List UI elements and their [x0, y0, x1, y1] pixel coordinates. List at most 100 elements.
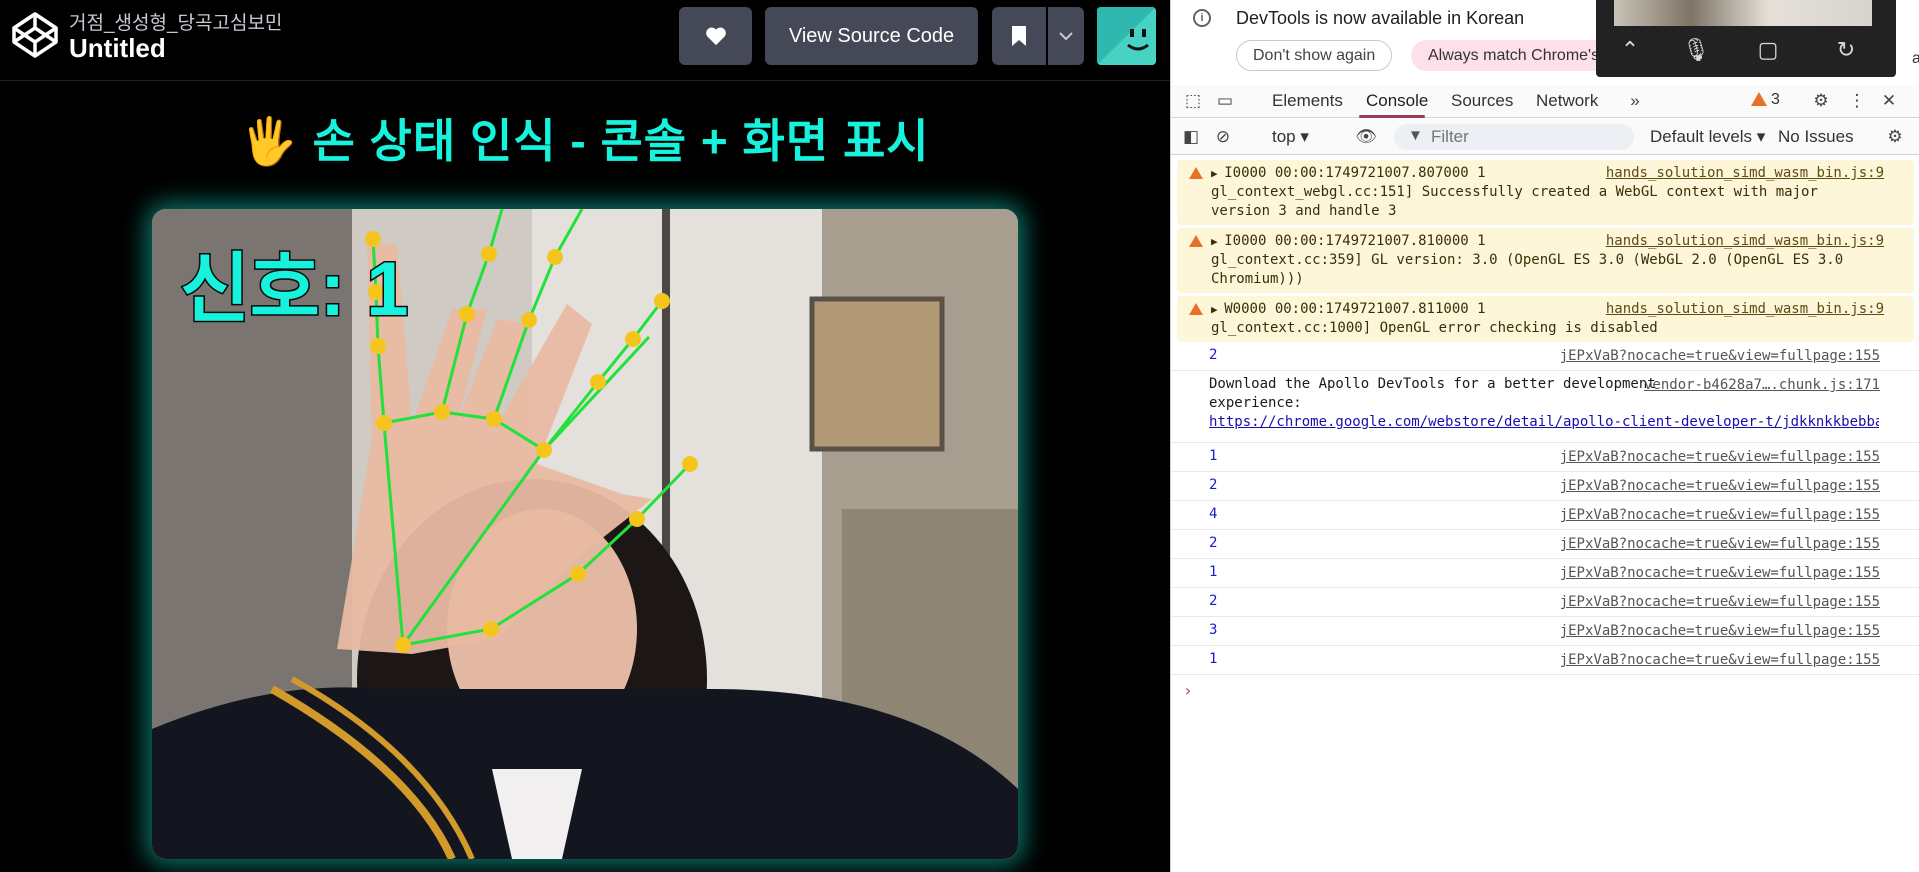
codepen-pane: 거점_생성형_당곡고심보민 Untitled View Source Code	[0, 0, 1170, 872]
log-source-link[interactable]: jEPxVaB?nocache=true&view=fullpage:155	[1560, 506, 1880, 525]
warning-source-link[interactable]: hands_solution_simd_wasm_bin.js:9	[1606, 300, 1884, 319]
log-value: 2	[1209, 535, 1218, 551]
console-prompt[interactable]: ›	[1171, 675, 1919, 706]
camera-off-icon[interactable]: ▢	[1754, 36, 1782, 64]
console-log-row: 1 jEPxVaB?nocache=true&view=fullpage:155	[1171, 559, 1919, 588]
console-warning[interactable]: I0000 00:00:1749721007.810000 1 hands_sol…	[1177, 228, 1914, 293]
pen-author[interactable]: 거점_생성형_당곡고심보민	[69, 8, 282, 35]
log-source-link[interactable]: jEPxVaB?nocache=true&view=fullpage:155	[1560, 593, 1880, 612]
mic-muted-icon[interactable]: 🎙	[1682, 36, 1710, 64]
log-source-link[interactable]: jEPxVaB?nocache=true&view=fullpage:155	[1560, 564, 1880, 583]
console-filter[interactable]: ▼	[1394, 124, 1634, 150]
console-output: I0000 00:00:1749721007.807000 1 hands_sol…	[1171, 157, 1919, 872]
tab-sources[interactable]: Sources	[1451, 91, 1513, 111]
tab-elements[interactable]: Elements	[1272, 91, 1343, 111]
filter-input[interactable]	[1431, 127, 1626, 147]
tab-network[interactable]: Network	[1536, 91, 1598, 111]
inspect-element-icon[interactable]: ⬚	[1181, 89, 1205, 113]
console-log-row: 4 jEPxVaB?nocache=true&view=fullpage:155	[1171, 501, 1919, 530]
console-log-row: 1 jEPxVaB?nocache=true&view=fullpage:155	[1171, 443, 1919, 472]
console-log-row: 2 jEPxVaB?nocache=true&view=fullpage:155	[1171, 472, 1919, 501]
raised-hand-emoji: 🖐	[240, 115, 299, 167]
heart-icon	[705, 27, 726, 46]
webcam-canvas: 신호: 1	[152, 209, 1018, 859]
warning-icon	[1189, 235, 1203, 247]
apollo-store-link[interactable]: https://chrome.google.com/webstore/detai…	[1209, 413, 1879, 432]
log-source-link[interactable]: jEPxVaB?nocache=true&view=fullpage:155	[1560, 651, 1880, 670]
console-value-rows: 1 jEPxVaB?nocache=true&view=fullpage:155 2…	[1171, 443, 1919, 675]
log-source-link[interactable]: jEPxVaB?nocache=true&view=fullpage:155	[1560, 535, 1880, 554]
devtools-main-toolbar: ⬚ ▭ Elements Console Sources Network » 3…	[1171, 85, 1919, 118]
warning-message: gl_context.cc:359] GL version: 3.0 (Open…	[1211, 252, 1844, 287]
refresh-icon[interactable]: ↻	[1832, 36, 1860, 64]
notice-message: DevTools is now available in Korean	[1236, 8, 1525, 28]
video-call-overlay: ⌃ 🎙 ▢ ↻	[1596, 0, 1896, 77]
warning-source-link[interactable]: hands_solution_simd_wasm_bin.js:9	[1606, 232, 1884, 251]
warning-prefix: I0000 00:00:1749721007.810000 1	[1211, 232, 1485, 251]
console-log-row: 2 jEPxVaB?nocache=true&view=fullpage:155	[1171, 588, 1919, 617]
context-value: top	[1272, 127, 1296, 146]
active-tab-indicator	[1359, 115, 1425, 118]
log-value: 1	[1209, 448, 1218, 464]
more-options-icon[interactable]: ⋮	[1845, 89, 1869, 113]
log-source-link[interactable]: jEPxVaB?nocache=true&view=fullpage:155	[1560, 448, 1880, 467]
console-log-row: 1 jEPxVaB?nocache=true&view=fullpage:155	[1171, 646, 1919, 675]
pen-title[interactable]: Untitled	[69, 33, 166, 64]
close-icon[interactable]: ✕	[1877, 89, 1901, 113]
devtools-panel: i DevTools is now available in Korean Do…	[1170, 0, 1919, 872]
log-levels-dropdown[interactable]: Default levels ▾	[1650, 127, 1765, 147]
love-button[interactable]	[679, 7, 752, 65]
log-source-link[interactable]: jEPxVaB?nocache=true&view=fullpage:155	[1560, 477, 1880, 496]
warning-icon	[1189, 167, 1203, 179]
chevron-down-icon	[1059, 31, 1073, 40]
bookmark-menu-button[interactable]	[1048, 7, 1084, 65]
context-selector[interactable]: top ▾	[1272, 127, 1309, 147]
log-value: 4	[1209, 506, 1218, 522]
log-levels-value: Default levels	[1650, 127, 1753, 146]
warning-icon	[1751, 92, 1767, 106]
chevron-up-icon[interactable]: ⌃	[1616, 36, 1644, 64]
match-language-button[interactable]: Always match Chrome's	[1411, 40, 1611, 71]
warning-count: 3	[1771, 91, 1780, 108]
warning-message: gl_context_webgl.cc:151] Successfully cr…	[1211, 184, 1818, 219]
match-language-suffix: an	[1912, 50, 1919, 67]
tab-console[interactable]: Console	[1366, 91, 1428, 111]
log-value: 2	[1209, 477, 1218, 493]
log-source-link[interactable]: jEPxVaB?nocache=true&view=fullpage:155	[1560, 347, 1880, 366]
console-warning[interactable]: W0000 00:00:1749721007.811000 1 hands_sol…	[1177, 296, 1914, 342]
app-title: 🖐 손 상태 인식 - 콘솔 + 화면 표시	[0, 105, 1170, 171]
log-value: 2	[1209, 593, 1218, 609]
device-toolbar-icon[interactable]: ▭	[1213, 89, 1237, 113]
apollo-message: Download the Apollo DevTools for a bette…	[1209, 376, 1656, 411]
warning-source-link[interactable]: hands_solution_simd_wasm_bin.js:9	[1606, 164, 1884, 183]
sidebar-toggle-icon[interactable]: ◧	[1179, 125, 1203, 149]
dont-show-again-button[interactable]: Don't show again	[1236, 40, 1393, 71]
log-value: 2	[1209, 347, 1218, 363]
apollo-log-row: Download the Apollo DevTools for a bette…	[1171, 371, 1919, 443]
log-source-link[interactable]: jEPxVaB?nocache=true&view=fullpage:155	[1560, 622, 1880, 641]
issues-counter[interactable]: No Issues	[1778, 127, 1854, 147]
warning-icon	[1189, 303, 1203, 315]
codepen-logo-icon[interactable]	[10, 10, 60, 60]
bookmark-button[interactable]	[992, 7, 1046, 65]
log-value: 3	[1209, 622, 1218, 638]
console-log-row: 2 jEPxVaB?nocache=true&view=fullpage:155	[1171, 530, 1919, 559]
clear-console-icon[interactable]: ⊘	[1211, 125, 1235, 149]
console-log-row: 2 jEPxVaB?nocache=true&view=fullpage:155	[1171, 342, 1919, 371]
log-value: 1	[1209, 564, 1218, 580]
filter-icon: ▼	[1408, 127, 1423, 144]
warning-count-badge[interactable]: 3	[1751, 91, 1780, 109]
settings-gear-icon[interactable]: ⚙	[1809, 89, 1833, 113]
warning-prefix: W0000 00:00:1749721007.811000 1	[1211, 300, 1485, 319]
apollo-source-link[interactable]: vendor-b4628a7….chunk.js:171	[1644, 376, 1880, 395]
console-settings-gear-icon[interactable]: ⚙	[1883, 125, 1907, 149]
codepen-header: 거점_생성형_당곡고심보민 Untitled View Source Code	[0, 0, 1170, 81]
view-source-button[interactable]: View Source Code	[765, 7, 978, 65]
console-log-row: 3 jEPxVaB?nocache=true&view=fullpage:155	[1171, 617, 1919, 646]
more-tabs-icon[interactable]: »	[1623, 89, 1647, 113]
live-expression-eye-icon[interactable]: 👁	[1354, 125, 1378, 149]
warning-prefix: I0000 00:00:1749721007.807000 1	[1211, 164, 1485, 183]
avatar[interactable]	[1097, 7, 1156, 65]
console-warning[interactable]: I0000 00:00:1749721007.807000 1 hands_sol…	[1177, 160, 1914, 225]
video-thumbnail	[1614, 0, 1872, 26]
